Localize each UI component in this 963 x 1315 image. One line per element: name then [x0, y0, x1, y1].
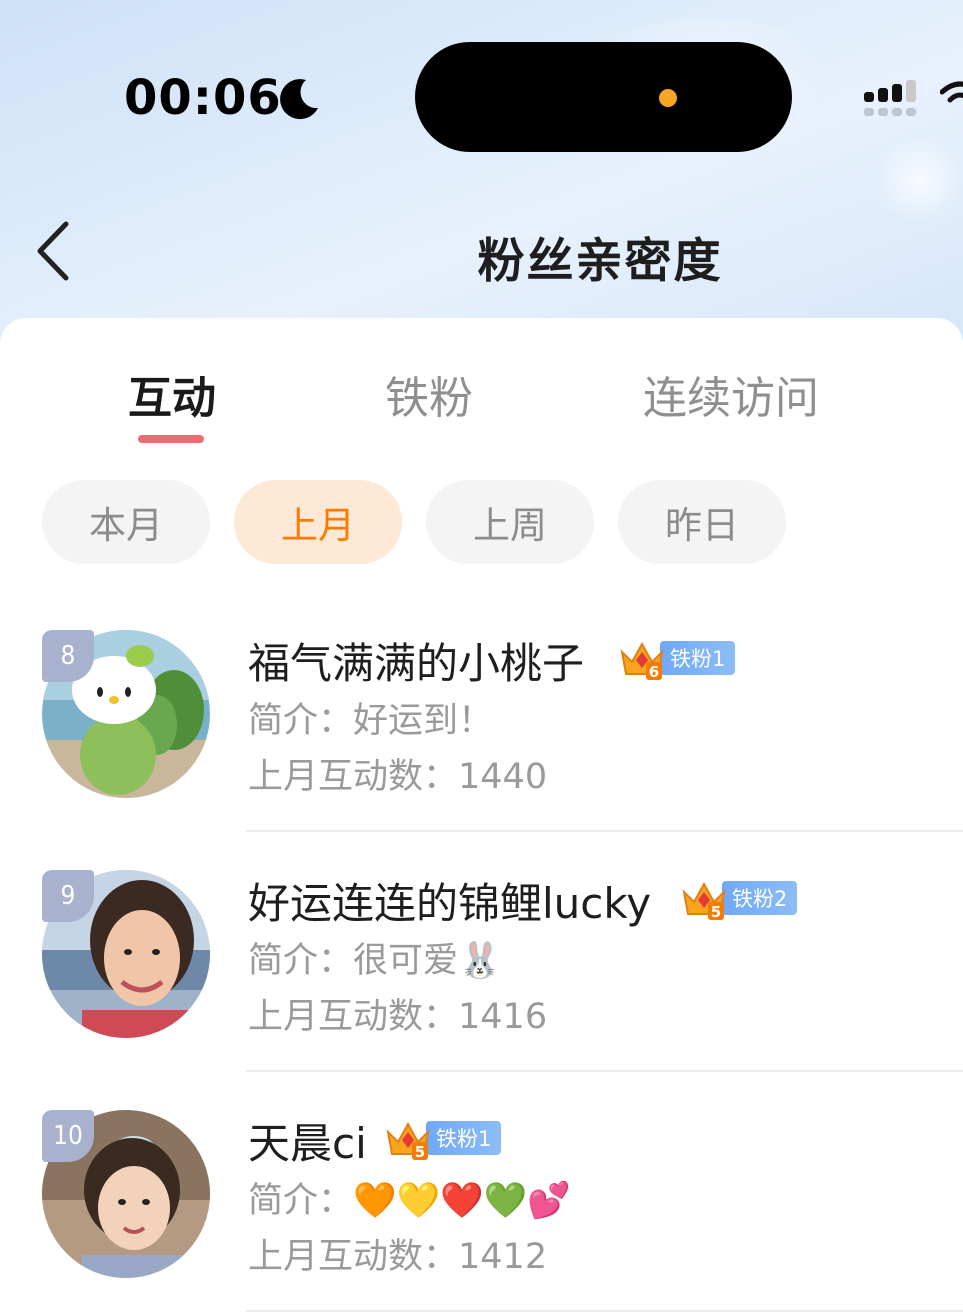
- crown-icon: 5: [386, 1121, 430, 1160]
- fan-badge-label: 铁粉1: [660, 641, 736, 675]
- list-item[interactable]: 9 好运连连的锦鲤lucky 5 铁粉2 简介：很可爱🐰 上月互动数：1416: [0, 870, 963, 1110]
- crown-level: 6: [649, 663, 659, 680]
- dynamic-island: [415, 42, 792, 152]
- count-label: 上月互动数：: [248, 997, 459, 1037]
- recording-indicator-icon: [659, 89, 677, 107]
- tab-interaction[interactable]: 互动: [128, 362, 216, 426]
- fan-name[interactable]: 福气满满的小桃子: [248, 630, 584, 691]
- count-label: 上月互动数：: [248, 1237, 459, 1277]
- back-button[interactable]: [30, 218, 80, 284]
- signal-icon: [864, 80, 916, 116]
- interaction-count: 上月互动数：1440: [248, 748, 547, 799]
- interaction-count: 上月互动数：1412: [248, 1228, 547, 1279]
- count-value: 1416: [458, 997, 548, 1037]
- rank-badge: 9: [42, 870, 94, 922]
- bio-prefix: 简介：: [248, 701, 354, 741]
- fan-level-badge: 5 铁粉2: [680, 878, 798, 920]
- count-label: 上月互动数：: [248, 757, 459, 797]
- tab-iron-fans[interactable]: 铁粉: [385, 362, 473, 426]
- fan-bio: 简介：很可爱🐰: [248, 932, 502, 983]
- bio-text: 好运到！: [353, 701, 494, 741]
- crown-icon: 6: [620, 641, 664, 680]
- count-value: 1440: [458, 757, 548, 797]
- bio-text: 🧡💛❤️💚💕: [353, 1181, 571, 1221]
- bio-prefix: 简介：: [248, 941, 354, 981]
- divider: [246, 1070, 963, 1072]
- divider: [246, 830, 963, 832]
- crown-icon: 5: [682, 881, 726, 920]
- moon-icon: [280, 79, 318, 120]
- crown-level: 5: [415, 1143, 425, 1160]
- fan-level-badge: 6 铁粉1: [618, 638, 736, 680]
- interaction-count: 上月互动数：1416: [248, 988, 547, 1039]
- fan-bio: 简介：好运到！: [248, 692, 493, 743]
- period-yesterday[interactable]: 昨日: [618, 480, 786, 564]
- rank-badge: 8: [42, 630, 94, 682]
- period-this-month[interactable]: 本月: [42, 480, 210, 564]
- fan-level-badge: 5 铁粉1: [384, 1118, 502, 1160]
- fan-bio: 简介：🧡💛❤️💚💕: [248, 1172, 571, 1223]
- rank-badge: 10: [42, 1110, 94, 1162]
- fan-name[interactable]: 好运连连的锦鲤lucky: [248, 870, 651, 931]
- list-item[interactable]: 10 天晨ci 5 铁粉1 简介：🧡💛❤️💚💕 上月互动数：1412: [0, 1110, 963, 1315]
- period-last-week[interactable]: 上周: [426, 480, 594, 564]
- list-item[interactable]: 8 福气满满的小桃子 6 铁粉1 简介：好运到！ 上月互动数：1440: [0, 630, 963, 870]
- tab-consecutive-visits[interactable]: 连续访问: [643, 362, 819, 426]
- fan-name[interactable]: 天晨ci: [248, 1110, 367, 1171]
- page-title: 粉丝亲密度: [477, 234, 723, 289]
- fan-badge-label: 铁粉1: [426, 1121, 502, 1155]
- count-value: 1412: [458, 1237, 548, 1277]
- divider: [246, 1310, 963, 1312]
- wifi-icon: [940, 81, 963, 103]
- crown-level: 5: [711, 903, 721, 920]
- status-time: 00:06: [124, 70, 282, 126]
- period-last-month[interactable]: 上月: [234, 480, 402, 564]
- bio-prefix: 简介：: [248, 1181, 354, 1221]
- fan-badge-label: 铁粉2: [722, 881, 798, 915]
- cloud-decoration: [870, 140, 963, 220]
- active-tab-indicator: [138, 435, 204, 443]
- bio-text: 很可爱🐰: [353, 941, 502, 981]
